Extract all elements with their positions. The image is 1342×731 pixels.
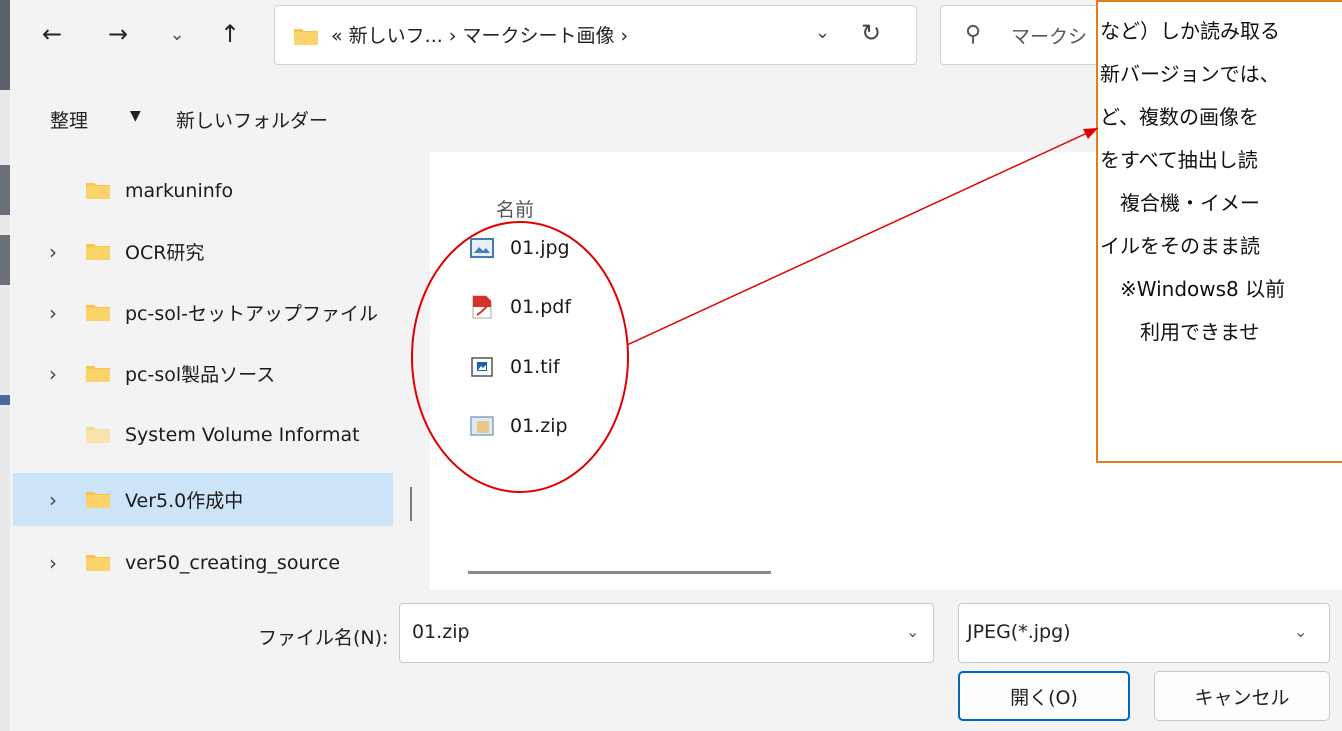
file-name: 01.tif [510,356,560,378]
expand-chevron-icon[interactable]: › [49,301,57,325]
zip-archive-icon [470,416,494,436]
file-item[interactable]: 01.pdf [470,287,571,327]
back-button[interactable]: ← [30,10,74,58]
file-item[interactable]: 01.jpg [470,228,570,268]
forward-arrow-icon: → [107,20,129,48]
address-history-dropdown[interactable]: ⌄ [815,22,830,43]
callout-line: ど、複数の画像を [1100,105,1259,129]
sidebar-item-label: Ver5.0作成中 [125,490,244,512]
background-strip-segment [0,395,10,405]
file-name: 01.zip [510,415,568,437]
sidebar-item-pc-sol-source[interactable]: › pc-sol製品ソース [13,347,393,400]
expand-chevron-icon[interactable]: › [49,551,57,575]
open-button[interactable]: 開く(O) [958,671,1130,721]
organize-menu[interactable]: 整理 [50,106,88,133]
back-arrow-icon: ← [41,20,63,48]
background-strip-segment [0,235,10,285]
sidebar-scrollbar[interactable] [410,487,412,521]
sidebar-item-ver5[interactable]: › Ver5.0作成中 [13,473,393,526]
expand-chevron-icon[interactable]: › [49,362,57,386]
file-item[interactable]: 01.zip [470,406,568,446]
filename-label: ファイル名(N): [258,627,389,649]
sidebar-item-label: markuninfo [125,179,234,202]
search-placeholder: マークシ [1011,26,1088,48]
navigation-pane: markuninfo › OCR研究 › pc-sol-セットアップファイル ›… [10,152,428,590]
annotation-callout: など）しか読み取る 新バージョンでは、 ど、複数の画像を をすべて抽出し読 複合… [1096,0,1342,463]
chevron-down-icon: ⌄ [169,23,185,45]
chevron-down-icon[interactable]: ⌄ [906,622,919,641]
sidebar-item-system-volume[interactable]: System Volume Informat [13,408,393,461]
refresh-icon[interactable]: ↻ [861,19,881,47]
folder-icon [86,492,110,508]
chevron-down-icon[interactable]: ⌄ [1294,622,1307,641]
file-name: 01.jpg [510,237,570,259]
sidebar-item-label: OCR研究 [125,242,205,264]
sidebar-item-ocr[interactable]: › OCR研究 [13,225,393,278]
address-path[interactable]: « 新しいフ... › マークシート画像 › [331,21,628,48]
sidebar-item-label: pc-sol製品ソース [125,364,276,386]
search-icon: ⚲ [965,22,982,47]
filetype-value: JPEG(*.jpg) [967,621,1071,643]
address-bar[interactable]: « 新しいフ... › マークシート画像 › ⌄ ↻ [274,5,917,65]
sidebar-item-pc-sol-setup[interactable]: › pc-sol-セットアップファイル [13,286,393,339]
sidebar-item-label: System Volume Informat [125,423,360,446]
folder-icon [86,427,110,443]
callout-line: 利用できませ [1100,320,1260,344]
file-name: 01.pdf [510,296,572,318]
callout-line: 複合機・イメー [1100,191,1260,215]
column-header-name[interactable]: 名前 [496,195,534,222]
filetype-select[interactable]: JPEG(*.jpg) ⌄ [958,603,1330,663]
sidebar-item-label: pc-sol-セットアップファイル [125,303,379,325]
caret-down-icon[interactable]: ▼ [130,108,141,124]
recent-locations-button[interactable]: ⌄ [155,10,199,58]
folder-icon [86,305,110,321]
expand-chevron-icon[interactable]: › [49,240,57,264]
expand-chevron-icon[interactable]: › [49,488,57,512]
horizontal-scrollbar[interactable] [468,571,771,574]
background-strip-segment [0,0,10,90]
cancel-button[interactable]: キャンセル [1154,671,1330,721]
toolbar: 整理 ▼ 新しいフォルダー [10,90,1100,150]
callout-line: イルをそのまま読 [1100,234,1260,258]
sidebar-item-ver50-source[interactable]: › ver50_creating_source [13,536,393,589]
folder-icon [294,29,318,45]
pdf-file-icon [472,295,492,319]
callout-line: をすべて抽出し読 [1100,148,1258,172]
up-button[interactable]: ↑ [208,10,252,58]
folder-icon [86,183,110,199]
tif-image-icon [471,357,493,377]
filename-value[interactable]: 01.zip [412,621,470,643]
file-item[interactable]: 01.tif [470,347,560,387]
up-arrow-icon: ↑ [219,20,241,48]
folder-icon [86,366,110,382]
sidebar-item-label: ver50_creating_source [125,551,341,574]
background-strip-segment [0,165,10,215]
background-window-strip [0,0,10,731]
forward-button[interactable]: → [96,10,140,58]
folder-icon [86,244,110,260]
callout-line: など）しか読み取る [1100,19,1280,43]
new-folder-button[interactable]: 新しいフォルダー [176,106,328,133]
folder-icon [86,555,110,571]
sidebar-item-markuninfo[interactable]: markuninfo [13,164,393,217]
callout-line: ※Windows8 以前 [1100,277,1286,301]
filename-field[interactable]: 01.zip ⌄ [399,603,934,663]
jpg-image-icon [470,238,494,258]
callout-line: 新バージョンでは、 [1100,62,1280,86]
